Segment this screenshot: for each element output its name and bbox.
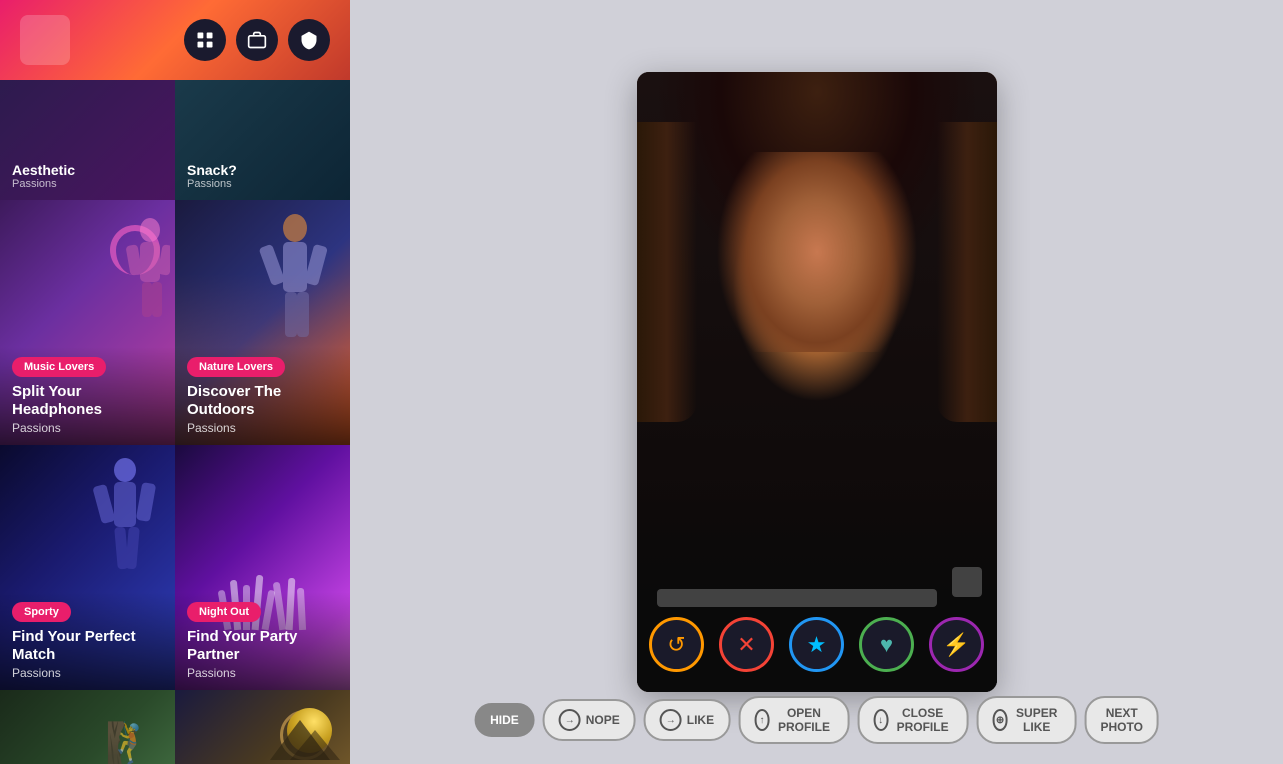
name-bar-blurred	[657, 589, 937, 607]
super-like-toolbar-button[interactable]: ⊕ SUPER LIKE	[976, 696, 1076, 744]
nope-toolbar-button[interactable]: → NOPE	[543, 699, 636, 741]
boost-button[interactable]: ⚡	[929, 617, 984, 672]
card-music-lovers[interactable]: Music Lovers Split Your Headphones Passi…	[0, 200, 175, 445]
music-badge: Music Lovers	[12, 357, 106, 377]
nope-toolbar-label: NOPE	[586, 713, 620, 727]
card-night-out[interactable]: Night Out Find Your Party Partner Passio…	[175, 445, 350, 690]
sporty-subtitle: Passions	[12, 666, 163, 680]
next-photo-label: NEXT PHOTO	[1100, 706, 1142, 734]
nature-overlay: Nature Lovers Discover The Outdoors Pass…	[175, 347, 350, 445]
like-toolbar-icon: →	[660, 709, 682, 731]
hair-left	[637, 122, 697, 422]
super-like-toolbar-label: SUPER LIKE	[1013, 706, 1060, 734]
close-profile-icon: ↓	[873, 709, 888, 731]
face-skin	[717, 152, 917, 352]
aesthetic-title: Aesthetic	[12, 162, 75, 178]
aesthetic-text: Aesthetic Passions	[12, 162, 75, 190]
left-panel: Aesthetic Passions Snack? Passions Musi	[0, 0, 350, 764]
night-subtitle: Passions	[187, 666, 338, 680]
sporty-badge: Sporty	[12, 602, 71, 622]
music-person-silhouette	[110, 215, 170, 335]
nature-title: Discover The Outdoors	[187, 383, 338, 419]
next-photo-button[interactable]: NEXT PHOTO	[1084, 696, 1158, 744]
logo	[20, 15, 70, 65]
card-aesthetic[interactable]: Aesthetic Passions	[0, 80, 175, 200]
super-like-toolbar-icon: ⊕	[992, 709, 1008, 731]
snack-text: Snack? Passions	[187, 162, 237, 190]
night-title: Find Your Party Partner	[187, 628, 338, 664]
open-profile-label: OPEN PROFILE	[775, 706, 833, 734]
aesthetic-subtitle: Passions	[12, 178, 75, 190]
rewind-button[interactable]: ↺	[649, 617, 704, 672]
shield-icon-button[interactable]	[288, 19, 330, 61]
grid-icon	[195, 30, 215, 50]
profile-photo	[637, 72, 997, 692]
like-button[interactable]: ♥	[859, 617, 914, 672]
mountain-decoration	[260, 715, 340, 764]
header-icons	[184, 19, 330, 61]
sporty-person-silhouette	[85, 455, 165, 605]
close-profile-button[interactable]: ↓ CLOSE PROFILE	[857, 696, 968, 744]
nature-subtitle: Passions	[187, 421, 338, 435]
info-icon-blurred	[952, 567, 982, 597]
snack-subtitle: Passions	[187, 178, 237, 190]
like-toolbar-button[interactable]: → LIKE	[644, 699, 730, 741]
music-subtitle: Passions	[12, 421, 163, 435]
night-badge: Night Out	[187, 602, 261, 622]
music-overlay: Music Lovers Split Your Headphones Passi…	[0, 347, 175, 445]
hide-label: HIDE	[490, 713, 519, 727]
music-title: Split Your Headphones	[12, 383, 163, 419]
hide-button[interactable]: HIDE	[474, 703, 535, 737]
card-nature-lovers[interactable]: Nature Lovers Discover The Outdoors Pass…	[175, 200, 350, 445]
nope-toolbar-icon: →	[559, 709, 581, 731]
grid-icon-button[interactable]	[184, 19, 226, 61]
profile-action-buttons: ↺ ✕ ★ ♥ ⚡	[637, 617, 997, 672]
bottom-toolbar: HIDE → NOPE → LIKE ↑ OPEN PROFILE ↓ CLOS…	[474, 696, 1159, 744]
card-sporty[interactable]: Sporty Find Your Perfect Match Passions	[0, 445, 175, 690]
passion-cards-grid: Aesthetic Passions Snack? Passions Musi	[0, 80, 350, 764]
night-overlay: Night Out Find Your Party Partner Passio…	[175, 592, 350, 690]
nature-badge: Nature Lovers	[187, 357, 285, 377]
briefcase-icon	[247, 30, 267, 50]
close-profile-label: CLOSE PROFILE	[893, 706, 952, 734]
right-panel: ↺ ✕ ★ ♥ ⚡ HIDE → NOPE → LIKE ↑ OPEN PROF…	[350, 0, 1283, 764]
sporty-title: Find Your Perfect Match	[12, 628, 163, 664]
snack-title: Snack?	[187, 162, 237, 178]
briefcase-icon-button[interactable]	[236, 19, 278, 61]
hair-right	[937, 122, 997, 422]
card-wanderlust[interactable]: Wanderlust	[175, 690, 350, 764]
card-snack[interactable]: Snack? Passions	[175, 80, 350, 200]
open-profile-button[interactable]: ↑ OPEN PROFILE	[738, 696, 849, 744]
mountain-svg	[260, 715, 340, 764]
like-toolbar-label: LIKE	[687, 713, 714, 727]
climber-decoration: 🧗	[105, 720, 155, 764]
open-profile-icon: ↑	[754, 709, 770, 731]
shield-icon	[299, 30, 319, 50]
sporty-overlay: Sporty Find Your Perfect Match Passions	[0, 592, 175, 690]
app-header	[0, 0, 350, 80]
card-thrill-seekers[interactable]: 🧗 Thrill Seekers	[0, 690, 175, 764]
nope-button[interactable]: ✕	[719, 617, 774, 672]
profile-card: ↺ ✕ ★ ♥ ⚡	[637, 72, 997, 692]
super-like-button[interactable]: ★	[789, 617, 844, 672]
